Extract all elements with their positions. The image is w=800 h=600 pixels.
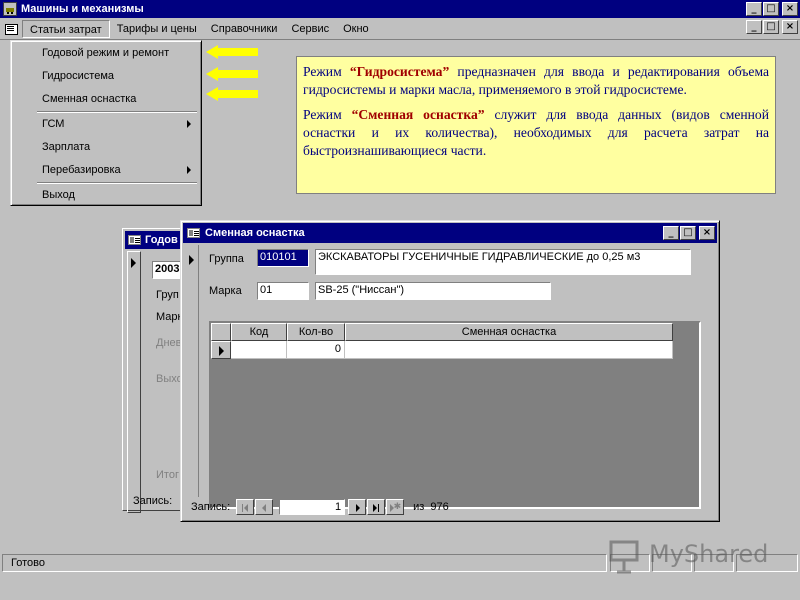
- row-selector[interactable]: [211, 341, 231, 359]
- status-text: Готово: [2, 554, 607, 572]
- bg-label-daily: Днев: [156, 337, 182, 349]
- yellow-arrow-icon: [206, 45, 258, 59]
- menu-item-window[interactable]: Окно: [336, 20, 376, 38]
- replaceable-tooling-window[interactable]: Сменная оснастка _ □ × Группа 010101 ЭКС…: [180, 220, 720, 522]
- form-icon: [187, 228, 200, 238]
- close-button[interactable]: ×: [782, 2, 798, 16]
- menu-item-cost-items[interactable]: Статьи затрат: [22, 19, 110, 38]
- brand-name-field[interactable]: SB-25 ("Ниссан"): [315, 282, 551, 300]
- bg-label-total: Итог: [156, 469, 179, 481]
- info-p1-bold: “Гидросистема”: [349, 64, 450, 79]
- watermark-text: MyShared: [649, 540, 769, 568]
- group-name-field[interactable]: ЭКСКАВАТОРЫ ГУСЕНИЧНЫЕ ГИДРАВЛИЧЕСКИЕ до…: [315, 249, 691, 275]
- tooling-minimize-button[interactable]: _: [663, 226, 679, 240]
- window-controls: _ □ ×: [745, 2, 798, 16]
- form-icon: [128, 235, 141, 245]
- submenu-arrow-icon: [187, 166, 191, 174]
- dropdown-item-relocation-label: Перебазировка: [42, 164, 121, 176]
- nav-of-label: из: [413, 501, 425, 513]
- minimize-button[interactable]: _: [746, 2, 762, 16]
- info-p2-prefix: Режим: [303, 107, 352, 122]
- current-row-icon: [219, 346, 224, 356]
- brand-code-field[interactable]: 01: [257, 282, 309, 300]
- tooling-maximize-button[interactable]: □: [680, 226, 696, 240]
- info-box: Режим “Гидросистема” предназначен для вв…: [296, 56, 776, 194]
- bg-record-label: Запись:: [133, 495, 173, 507]
- app-title-bar: Машины и механизмы _ □ ×: [0, 0, 800, 18]
- watermark: MyShared: [605, 536, 775, 576]
- dropdown-item-fuel[interactable]: ГСМ: [35, 113, 199, 135]
- dropdown-item-hydraulics[interactable]: Гидросистема: [35, 65, 199, 87]
- info-p2-bold: “Сменная оснастка”: [351, 107, 485, 122]
- submenu-arrow-icon: [187, 120, 191, 128]
- tooling-title-bar[interactable]: Сменная оснастка _ □ ×: [183, 223, 717, 243]
- cell-qty[interactable]: 0: [287, 341, 345, 359]
- menu-item-service[interactable]: Сервис: [284, 20, 336, 38]
- column-header-qty[interactable]: Кол-во: [287, 323, 345, 341]
- bg-label-group: Груп: [156, 289, 179, 301]
- new-record-button[interactable]: ✱: [386, 499, 405, 515]
- tooling-window-controls: _ □ ×: [662, 226, 715, 240]
- cost-items-dropdown: Годовой режим и ремонт Гидросистема Смен…: [10, 40, 202, 206]
- tooling-title: Сменная оснастка: [205, 227, 305, 239]
- dropdown-item-replaceable-tooling[interactable]: Сменная оснастка: [35, 88, 199, 110]
- group-label: Группа: [209, 253, 244, 265]
- annual-mode-title: Годов: [145, 234, 178, 246]
- dropdown-item-fuel-label: ГСМ: [42, 118, 65, 130]
- document-window-controls: _ □ ×: [745, 20, 798, 34]
- bottom-strip: [0, 574, 800, 600]
- bg-label-brand: Марк: [156, 311, 183, 323]
- record-navigation-bar: Запись: 1 ✱ из 976: [185, 497, 715, 517]
- first-record-button[interactable]: [236, 499, 255, 515]
- info-hydraulics: Режим “Гидросистема” предназначен для вв…: [303, 63, 769, 99]
- presentation-board-icon: [609, 540, 639, 574]
- menu-bar: Статьи затрат Тарифы и цены Справочники …: [0, 18, 800, 40]
- info-p1-prefix: Режим: [303, 64, 350, 79]
- tooling-subform[interactable]: Код Кол-во Сменная оснастка 0: [209, 321, 701, 509]
- cell-code[interactable]: [231, 341, 287, 359]
- document-menu-icon[interactable]: [4, 22, 18, 36]
- tooling-form-body: Группа 010101 ЭКСКАВАТОРЫ ГУСЕНИЧНЫЕ ГИД…: [185, 245, 715, 509]
- current-record-icon: [189, 255, 194, 265]
- menu-item-tariffs[interactable]: Тарифы и цены: [110, 20, 204, 38]
- dropdown-item-relocation[interactable]: Перебазировка: [35, 159, 199, 181]
- brand-label: Марка: [209, 285, 242, 297]
- app-title: Машины и механизмы: [21, 3, 144, 15]
- menu-item-references[interactable]: Справочники: [204, 20, 285, 38]
- column-header-code[interactable]: Код: [231, 323, 287, 341]
- table-row[interactable]: 0: [211, 341, 673, 359]
- tooling-close-button[interactable]: ×: [699, 226, 715, 240]
- record-selector[interactable]: [127, 251, 141, 513]
- grid-header: Код Кол-во Сменная оснастка: [211, 323, 673, 341]
- current-record-field[interactable]: 1: [279, 499, 346, 515]
- record-selector[interactable]: [185, 245, 199, 497]
- yellow-arrow-icon: [206, 67, 258, 81]
- yellow-arrow-icon: [206, 87, 258, 101]
- dropdown-item-salary[interactable]: Зарплата: [35, 136, 199, 158]
- group-code-field[interactable]: 010101: [257, 249, 309, 267]
- dropdown-item-exit[interactable]: Выход: [35, 184, 199, 206]
- bg-label-output: Выхо: [156, 373, 183, 385]
- last-record-button[interactable]: [367, 499, 386, 515]
- prev-record-button[interactable]: [255, 499, 274, 515]
- dropdown-item-annual-mode[interactable]: Годовой режим и ремонт: [35, 42, 199, 64]
- column-header-tooling[interactable]: Сменная оснастка: [345, 323, 673, 341]
- app-icon[interactable]: [3, 2, 17, 16]
- maximize-button[interactable]: □: [763, 2, 779, 16]
- nav-total-records: 976: [430, 501, 449, 513]
- new-record-star-icon: ✱: [393, 501, 402, 511]
- nav-record-label: Запись:: [191, 501, 231, 513]
- info-tooling: Режим “Сменная оснастка” служит для ввод…: [303, 106, 769, 160]
- next-record-button[interactable]: [348, 499, 367, 515]
- doc-close-button[interactable]: ×: [782, 20, 798, 34]
- cell-tooling[interactable]: [345, 341, 673, 359]
- doc-restore-button[interactable]: □: [763, 20, 779, 34]
- doc-minimize-button[interactable]: _: [746, 20, 762, 34]
- grid-corner[interactable]: [211, 323, 231, 341]
- current-record-icon: [131, 258, 136, 268]
